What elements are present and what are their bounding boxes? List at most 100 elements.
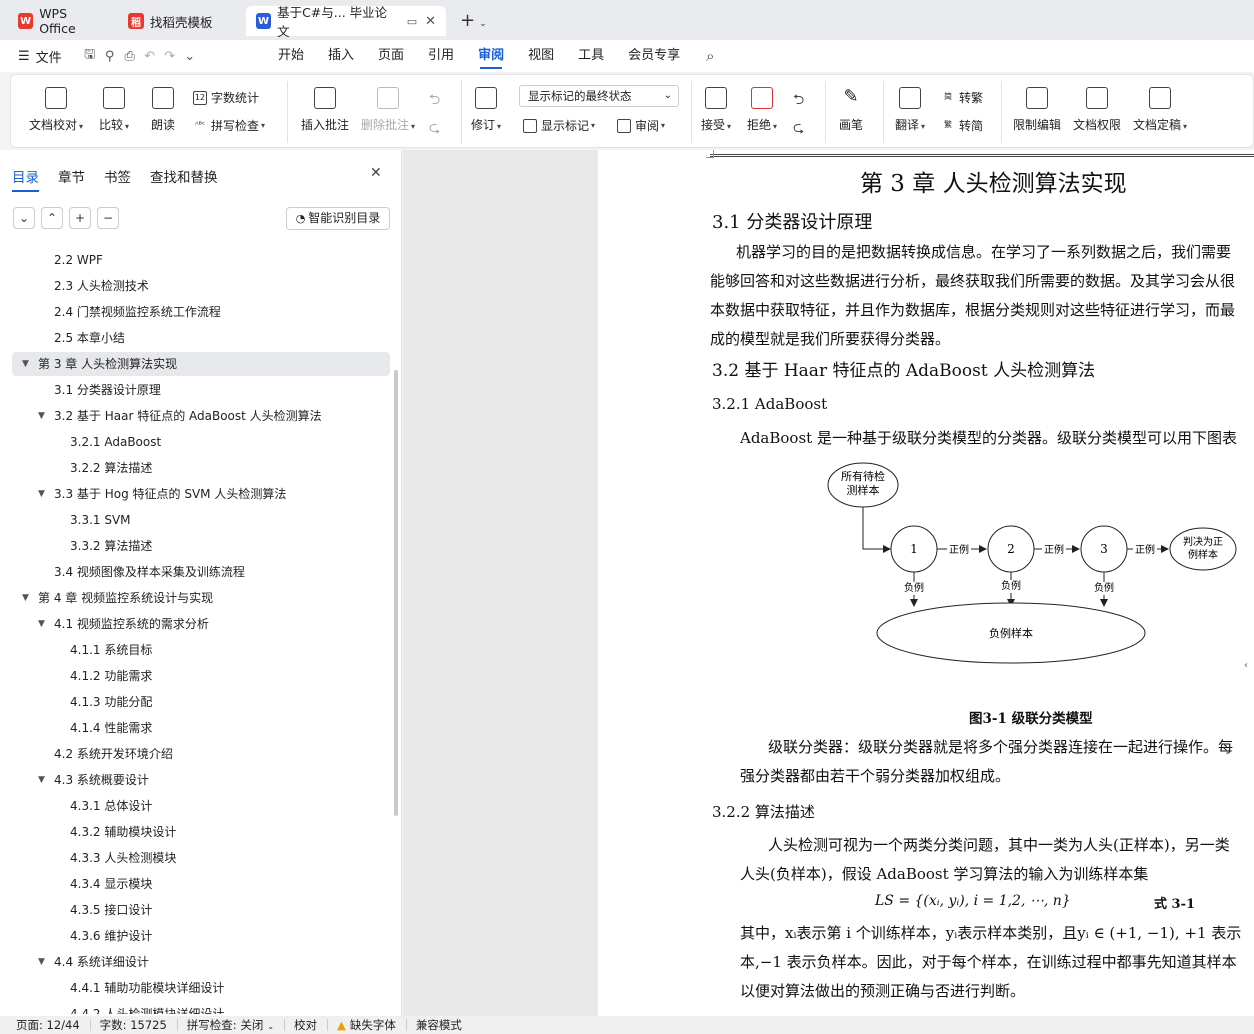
toc-item[interactable]: 4.4.1 辅助功能模块详细设计	[12, 976, 390, 1000]
toc-item[interactable]: ▼ 4.1 视频监控系统的需求分析	[12, 612, 390, 636]
toc-item[interactable]: 3.4 视频图像及样本采集及训练流程	[12, 560, 390, 584]
doc-permission-button[interactable]: 文档权限	[1073, 87, 1121, 133]
toc-item[interactable]: ▼ 4.4 系统详细设计	[12, 950, 390, 974]
menu-vip[interactable]: 会员专享	[616, 40, 692, 72]
document-page[interactable]: 第 3 章 人头检测算法实现 3.1 分类器设计原理 机器学习的目的是把数据转换…	[598, 150, 1254, 1016]
prev-change-icon[interactable]: ⮌	[793, 89, 804, 113]
menu-review[interactable]: 审阅	[466, 40, 516, 72]
translate-button[interactable]: 翻译 ▾	[895, 87, 925, 133]
toc-item[interactable]: 2.2 WPF	[12, 248, 390, 272]
tab-toc[interactable]: 目录	[12, 166, 39, 192]
read-aloud-button[interactable]: 朗读	[151, 87, 175, 133]
track-changes-button[interactable]: 修订 ▾	[471, 87, 501, 133]
word-count-button[interactable]: 12 字数统计	[193, 89, 259, 106]
expand-arrow-icon[interactable]: ▼	[38, 768, 45, 792]
new-tab-button[interactable]: + ⌄	[460, 10, 487, 31]
expand-arrow-icon[interactable]: ▼	[38, 950, 45, 974]
hamburger-icon[interactable]: ☰	[18, 49, 30, 64]
missing-font-status[interactable]: ▲ 缺失字体	[327, 1017, 406, 1033]
toc-item[interactable]: 2.3 人头检测技术	[12, 274, 390, 298]
toc-item[interactable]: 4.3.5 接口设计	[12, 898, 390, 922]
tab-document[interactable]: W 基于C#与... 毕业论文 ▭ ✕	[246, 5, 446, 39]
toc-item[interactable]: ▼ 4.3 系统概要设计	[12, 768, 390, 792]
share-icon[interactable]: ⚲	[100, 49, 120, 64]
reject-button[interactable]: 拒绝 ▾	[747, 87, 777, 133]
expand-arrow-icon[interactable]: ▼	[22, 586, 29, 610]
to-traditional-button[interactable]: 简转繁	[941, 89, 983, 106]
to-simplified-button[interactable]: 繁转简	[941, 117, 983, 134]
restrict-edit-button[interactable]: 限制编辑	[1013, 87, 1061, 133]
toc-item[interactable]: ▼ 第 4 章 视频监控系统设计与实现	[12, 586, 390, 610]
toc-item[interactable]: 3.3.1 SVM	[12, 508, 390, 532]
chevron-down-icon[interactable]: ⌄	[180, 49, 200, 64]
menu-references[interactable]: 引用	[416, 40, 466, 72]
toc-item[interactable]: 4.3.3 人头检测模块	[12, 846, 390, 870]
prev-comment-icon[interactable]: ⮌	[429, 89, 440, 113]
menu-view[interactable]: 视图	[516, 40, 566, 72]
show-markup-button[interactable]: 显示标记 ▾	[523, 117, 595, 134]
expand-up-button[interactable]: ⌃	[41, 207, 63, 229]
toc-item[interactable]: ▼ 3.3 基于 Hog 特征点的 SVM 人头检测算法	[12, 482, 390, 506]
finalize-button[interactable]: 文档定稿 ▾	[1133, 87, 1187, 133]
file-menu[interactable]: 文件	[36, 47, 62, 66]
expand-arrow-icon[interactable]: ▼	[22, 352, 29, 376]
accept-button[interactable]: 接受 ▾	[701, 87, 731, 133]
add-heading-button[interactable]: +	[69, 207, 91, 229]
toc-item[interactable]: 4.1.4 性能需求	[12, 716, 390, 740]
toc-item[interactable]: 3.3.2 算法描述	[12, 534, 390, 558]
review-pane-button[interactable]: 审阅 ▾	[617, 117, 665, 134]
toc-item[interactable]: 4.3.4 显示模块	[12, 872, 390, 896]
menu-tools[interactable]: 工具	[566, 40, 616, 72]
toc-item[interactable]: 2.4 门禁视频监控系统工作流程	[12, 300, 390, 324]
toc-item[interactable]: 4.3.1 总体设计	[12, 794, 390, 818]
close-panel-icon[interactable]: ✕	[370, 165, 382, 181]
spell-check-button[interactable]: ᴬᴮᶜ 拼写检查 ▾	[193, 117, 265, 134]
toc-item[interactable]: 4.4.2 人头检测模块详细设计	[12, 1002, 390, 1014]
tab-bookmarks[interactable]: 书签	[104, 166, 131, 186]
tab-sections[interactable]: 章节	[58, 166, 85, 186]
word-count[interactable]: 字数: 15725	[89, 1017, 177, 1033]
pen-button[interactable]: ✎ 画笔	[839, 87, 863, 133]
doc-proofread-button[interactable]: 文档校对 ▾	[29, 87, 83, 133]
toc-item[interactable]: ▼ 3.2 基于 Haar 特征点的 AdaBoost 人头检测算法	[12, 404, 390, 428]
spell-check-status[interactable]: 拼写检查: 关闭 ⌄	[176, 1017, 284, 1033]
toc-item[interactable]: 4.3.6 维护设计	[12, 924, 390, 948]
tab-template[interactable]: 稻 找稻壳模板	[118, 6, 240, 36]
print-preview-icon[interactable]: ⎙	[120, 49, 140, 64]
insert-comment-button[interactable]: 插入批注	[301, 87, 349, 133]
expand-arrow-icon[interactable]: ▼	[38, 404, 45, 428]
toc-item[interactable]: 3.2.2 算法描述	[12, 456, 390, 480]
close-tab-icon[interactable]: ✕	[417, 14, 436, 29]
toc-item[interactable]: 4.1.1 系统目标	[12, 638, 390, 662]
toc-item[interactable]: 3.1 分类器设计原理	[12, 378, 390, 402]
redo-icon[interactable]: ↷	[160, 49, 180, 64]
tab-wps-office[interactable]: W WPS Office	[8, 6, 114, 36]
toc-item[interactable]: 4.1.2 功能需求	[12, 664, 390, 688]
remove-heading-button[interactable]: −	[97, 207, 119, 229]
toc-item[interactable]: 4.1.3 功能分配	[12, 690, 390, 714]
toc-item[interactable]: 2.5 本章小结	[12, 326, 390, 350]
toc-item[interactable]: 3.2.1 AdaBoost	[12, 430, 390, 454]
undo-icon[interactable]: ↶	[140, 49, 160, 64]
expand-arrow-icon[interactable]: ▼	[38, 612, 45, 636]
menu-insert[interactable]: 插入	[316, 40, 366, 72]
proofread-status[interactable]: 校对	[284, 1017, 327, 1033]
search-icon[interactable]: ⌕	[706, 47, 714, 65]
toc-scrollbar[interactable]	[394, 370, 398, 816]
save-icon[interactable]: 🖫	[80, 45, 100, 67]
toc-item[interactable]: ▼ 第 3 章 人头检测算法实现	[12, 352, 390, 376]
menu-home[interactable]: 开始	[266, 40, 316, 72]
float-window-icon[interactable]: ▭	[407, 15, 417, 28]
menu-page[interactable]: 页面	[366, 40, 416, 72]
next-comment-icon[interactable]: ⮎	[429, 117, 440, 141]
expand-arrow-icon[interactable]: ▼	[38, 482, 45, 506]
tab-find-replace[interactable]: 查找和替换	[150, 166, 218, 186]
delete-comment-button[interactable]: 删除批注 ▾	[361, 87, 415, 133]
toc-item[interactable]: 4.2 系统开发环境介绍	[12, 742, 390, 766]
markup-state-select[interactable]: 显示标记的最终状态 ⌄	[519, 85, 679, 107]
page-indicator[interactable]: 页面: 12/44	[0, 1017, 90, 1033]
compare-button[interactable]: 比较 ▾	[99, 87, 129, 133]
collapse-all-button[interactable]: ⌄	[13, 207, 35, 229]
smart-toc-button[interactable]: ◔ 智能识别目录	[286, 207, 390, 230]
next-change-icon[interactable]: ⮎	[793, 117, 804, 141]
